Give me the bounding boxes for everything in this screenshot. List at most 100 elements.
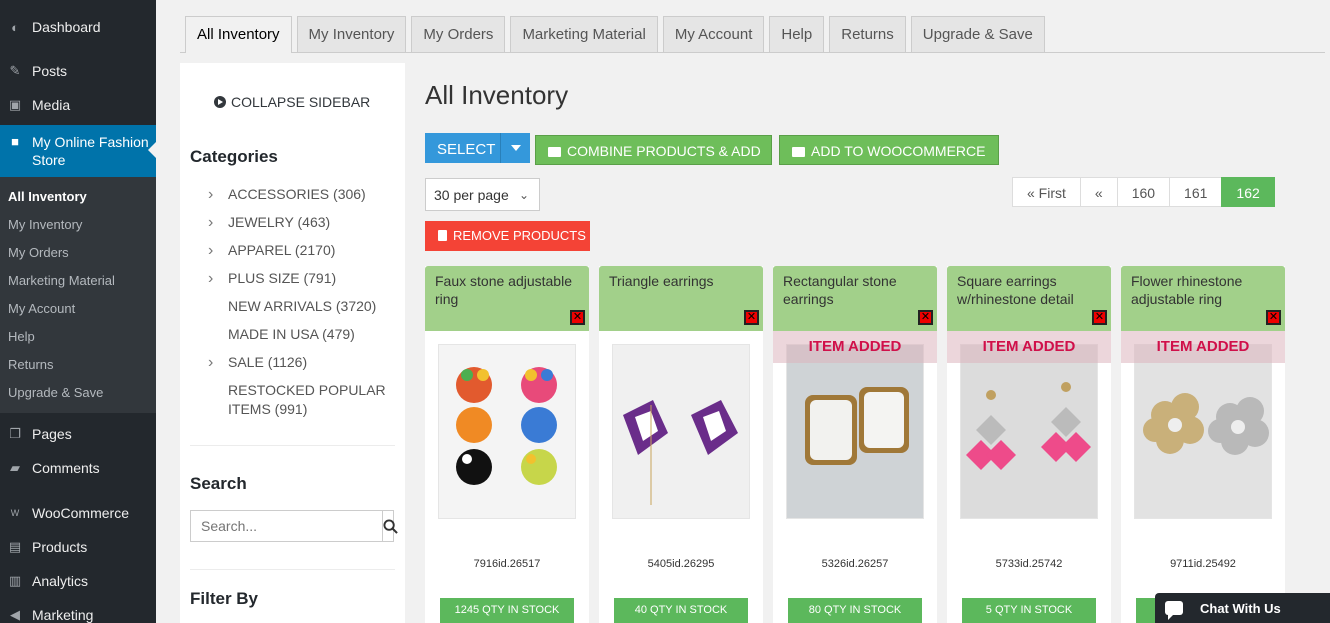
archive-icon: ▤	[8, 539, 22, 554]
remove-x-icon[interactable]: ✕	[1092, 310, 1107, 325]
remove-x-icon[interactable]: ✕	[918, 310, 933, 325]
submenu-upgrade-save[interactable]: Upgrade & Save	[0, 379, 156, 407]
per-page-select[interactable]: 30 per page ⌄	[425, 178, 540, 211]
search-icon	[383, 518, 398, 534]
pagination: « First « 160 161 162	[1012, 177, 1275, 207]
menu-products[interactable]: ▤ Products	[0, 530, 156, 564]
page-first[interactable]: « First	[1012, 177, 1081, 207]
category-item[interactable]: MADE IN USA (479)	[208, 325, 398, 353]
chat-with-us-button[interactable]: Chat With Us	[1155, 593, 1330, 623]
product-id: 5326id.26257	[821, 558, 889, 570]
divider	[190, 445, 395, 446]
search-input[interactable]	[191, 511, 382, 541]
product-card[interactable]: Rectangular stone earrings ✕ ITEM ADDED …	[773, 266, 937, 623]
menu-media[interactable]: ▣ Media	[0, 88, 156, 122]
submenu-help[interactable]: Help	[0, 323, 156, 351]
tab-all-inventory[interactable]: All Inventory	[185, 16, 292, 53]
page-161[interactable]: 161	[1169, 177, 1223, 207]
page-prev[interactable]: «	[1079, 177, 1118, 207]
briefcase-icon	[548, 147, 561, 157]
page-160[interactable]: 160	[1116, 177, 1171, 207]
product-title: Rectangular stone earrings ✕	[773, 266, 937, 331]
product-card[interactable]: Flower rhinestone adjustable ring ✕ ITEM…	[1121, 266, 1285, 623]
product-card[interactable]: Faux stone adjustable ring ✕ 7916id.2651…	[425, 266, 589, 623]
tab-marketing-material[interactable]: Marketing Material	[510, 16, 658, 52]
bar-chart-icon: ▥	[8, 573, 22, 588]
stock-badge: 40 QTY IN STOCK	[614, 598, 748, 623]
product-title: Triangle earrings ✕	[599, 266, 763, 331]
store-bag-icon: ■	[11, 134, 19, 149]
menu-online-fashion-store[interactable]: ■ My Online Fashion Store	[0, 125, 156, 177]
store-submenu: All Inventory My Inventory My Orders Mar…	[0, 177, 156, 413]
product-image	[612, 344, 750, 519]
stock-badge: 1245 QTY IN STOCK	[440, 598, 574, 623]
categories-heading: Categories	[190, 147, 278, 166]
product-title: Faux stone adjustable ring ✕	[425, 266, 589, 331]
woocommerce-icon: W	[10, 508, 20, 518]
menu-posts[interactable]: ✎ Posts	[0, 54, 156, 88]
category-item[interactable]: › JEWELRY (463)	[208, 213, 398, 241]
tab-my-inventory[interactable]: My Inventory	[296, 16, 407, 52]
divider	[190, 569, 395, 570]
pin-icon: ✎	[9, 63, 21, 78]
product-card[interactable]: Triangle earrings ✕ 5405id.26295 40 QTY …	[599, 266, 763, 623]
chevron-right-icon[interactable]: ›	[208, 269, 213, 288]
media-icon: ▣	[8, 97, 22, 112]
submenu-all-inventory[interactable]: All Inventory	[0, 183, 156, 211]
category-item[interactable]: › ACCESSORIES (306)	[208, 185, 398, 213]
category-item[interactable]: RESTOCKED POPULAR ITEMS (991)	[208, 381, 398, 428]
category-item[interactable]: › PLUS SIZE (791)	[208, 269, 398, 297]
menu-analytics[interactable]: ▥ Analytics	[0, 564, 156, 598]
product-id: 5405id.26295	[647, 558, 715, 570]
remove-x-icon[interactable]: ✕	[1266, 310, 1281, 325]
tab-returns[interactable]: Returns	[829, 16, 906, 52]
submenu-marketing-material[interactable]: Marketing Material	[0, 267, 156, 295]
submenu-returns[interactable]: Returns	[0, 351, 156, 379]
search-button[interactable]	[382, 511, 398, 541]
tab-my-orders[interactable]: My Orders	[411, 16, 506, 52]
category-item[interactable]: NEW ARRIVALS (3720)	[208, 297, 398, 325]
tab-help[interactable]: Help	[769, 16, 825, 52]
chevron-right-icon[interactable]: ›	[208, 353, 213, 372]
remove-x-icon[interactable]: ✕	[744, 310, 759, 325]
product-image	[438, 344, 576, 519]
remove-products-button[interactable]: REMOVE PRODUCTS	[425, 221, 590, 251]
submenu-my-inventory[interactable]: My Inventory	[0, 211, 156, 239]
chat-bubble-icon	[1165, 601, 1183, 620]
tab-my-account[interactable]: My Account	[662, 16, 765, 52]
caret-down-icon[interactable]	[500, 133, 530, 163]
product-id: 9711id.25492	[1170, 558, 1236, 570]
megaphone-icon: ◀	[10, 607, 20, 622]
submenu-my-account[interactable]: My Account	[0, 295, 156, 323]
product-title: Flower rhinestone adjustable ring ✕	[1121, 266, 1285, 331]
search-box	[190, 510, 398, 542]
page-162[interactable]: 162	[1221, 177, 1275, 207]
chevron-right-icon[interactable]: ›	[208, 241, 213, 260]
remove-x-icon[interactable]: ✕	[570, 310, 585, 325]
stock-badge: 80 QTY IN STOCK	[788, 598, 922, 623]
menu-marketing[interactable]: ◀ Marketing	[0, 598, 156, 623]
collapse-sidebar-button[interactable]: COLLAPSE SIDEBAR	[214, 94, 370, 110]
product-card[interactable]: Square earrings w/rhinestone detail ✕ IT…	[947, 266, 1111, 623]
add-to-woocommerce-button[interactable]: ADD TO WOOCOMMERCE	[779, 135, 999, 165]
briefcase-icon	[792, 147, 805, 157]
tab-upgrade-save[interactable]: Upgrade & Save	[910, 16, 1045, 52]
submenu-my-orders[interactable]: My Orders	[0, 239, 156, 267]
chevron-right-icon[interactable]: ›	[208, 185, 213, 204]
category-item[interactable]: › SALE (1126)	[208, 353, 398, 381]
chevron-right-icon[interactable]: ›	[208, 213, 213, 232]
inventory-tabs: All Inventory My Inventory My Orders Mar…	[180, 16, 1325, 53]
menu-pages[interactable]: ❐ Pages	[0, 417, 156, 451]
combine-products-button[interactable]: COMBINE PRODUCTS & ADD	[535, 135, 772, 165]
select-dropdown-button[interactable]: SELECT	[425, 133, 530, 163]
category-item[interactable]: › APPAREL (2170)	[208, 241, 398, 269]
dashboard-icon: ◐	[11, 19, 19, 35]
menu-comments[interactable]: ▰ Comments	[0, 451, 156, 485]
category-list: › ACCESSORIES (306) › JEWELRY (463) › APPAREL…	[208, 185, 398, 428]
product-image	[786, 344, 924, 519]
product-id: 5733id.25742	[995, 558, 1063, 570]
item-added-overlay: ITEM ADDED	[947, 331, 1111, 363]
item-added-overlay: ITEM ADDED	[1121, 331, 1285, 363]
menu-woocommerce[interactable]: W WooCommerce	[0, 496, 156, 530]
menu-dashboard[interactable]: ◐ Dashboard	[0, 10, 156, 44]
